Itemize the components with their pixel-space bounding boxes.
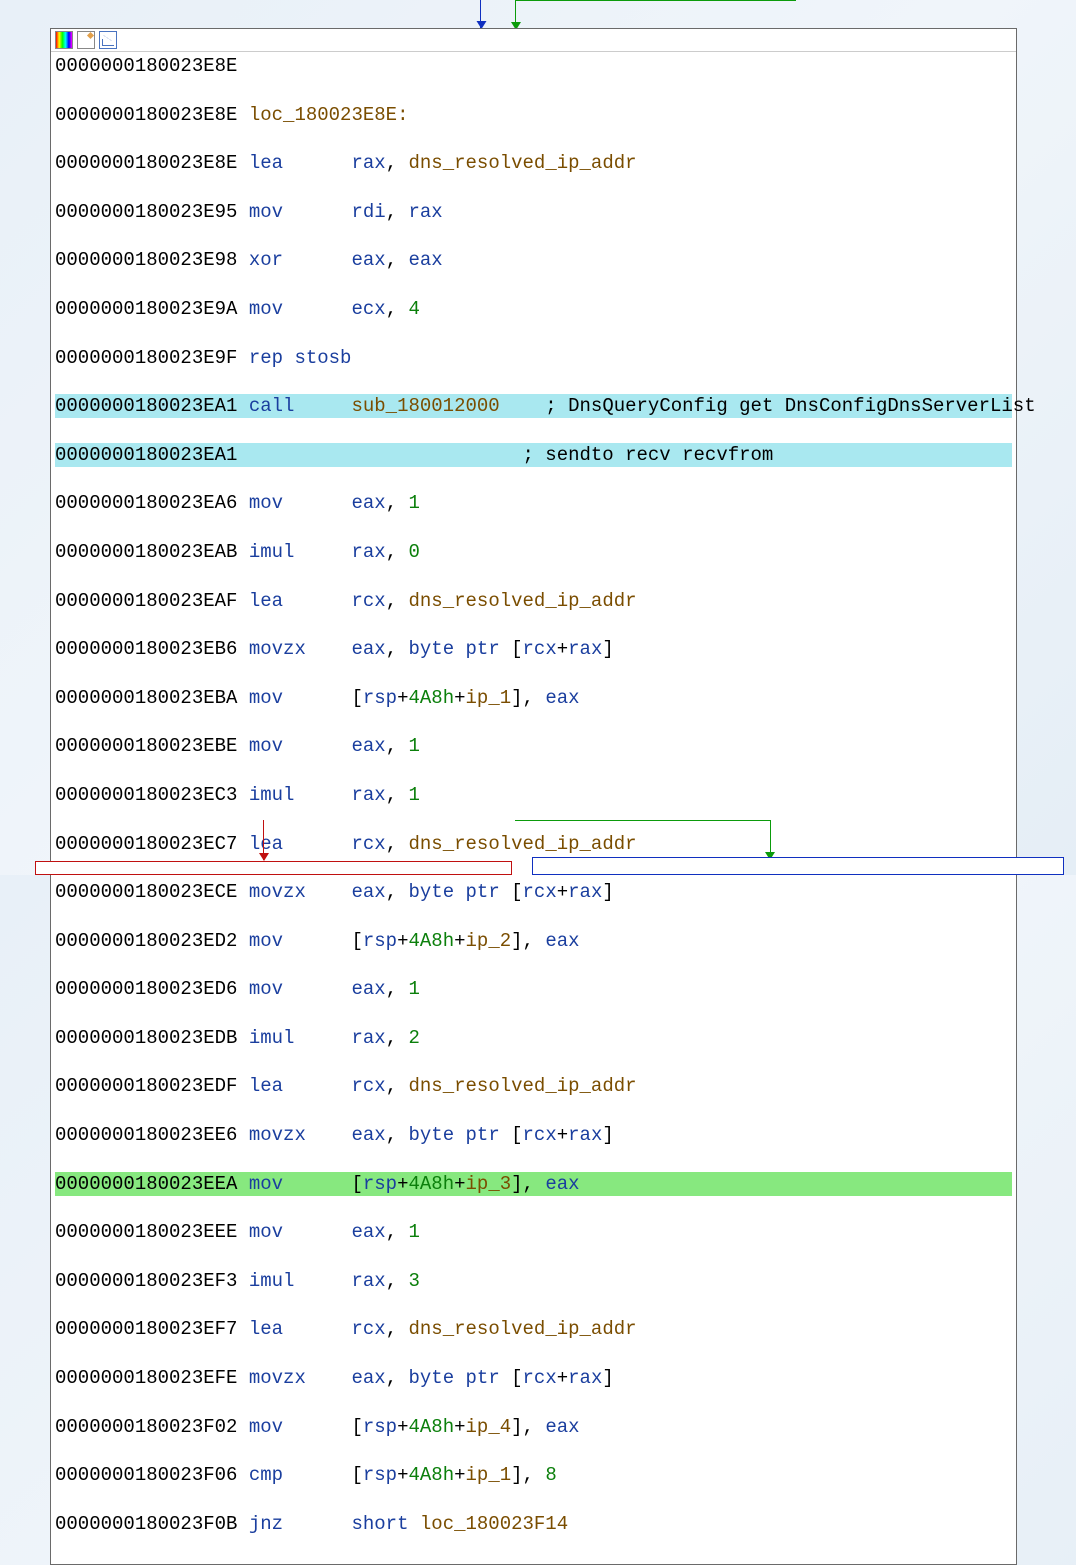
disasm-line[interactable]: 0000000180023EC3 imul rax, 1 [55,783,1012,807]
disasm-line[interactable]: 0000000180023EB6 movzx eax, byte ptr [rc… [55,637,1012,661]
disasm-line[interactable]: 0000000180023EDF lea rcx, dns_resolved_i… [55,1074,1012,1098]
xrefs-chart-icon[interactable] [99,31,117,49]
disasm-line[interactable]: 0000000180023E8E lea rax, dns_resolved_i… [55,151,1012,175]
incoming-edges [0,0,1076,30]
disasm-line[interactable]: 0000000180023EEE mov eax, 1 [55,1220,1012,1244]
disasm-line[interactable]: 0000000180023EA1 call sub_180012000 ; Dn… [55,394,1012,418]
disasm-line[interactable]: 0000000180023ECE movzx eax, byte ptr [rc… [55,880,1012,904]
disasm-line[interactable]: 0000000180023E9A mov ecx, 4 [55,297,1012,321]
disasm-line[interactable]: 0000000180023ED6 mov eax, 1 [55,977,1012,1001]
disasm-line[interactable]: 0000000180023EAB imul rax, 0 [55,540,1012,564]
successor-node-false[interactable] [35,861,512,875]
disasm-line[interactable]: 0000000180023E8E [55,54,1012,78]
disasm-line[interactable]: 0000000180023E95 mov rdi, rax [55,200,1012,224]
successor-node-true[interactable] [532,857,1064,875]
disasm-line[interactable]: 0000000180023EDB imul rax, 2 [55,1026,1012,1050]
disasm-line[interactable]: 0000000180023E98 xor eax, eax [55,248,1012,272]
disasm-line[interactable]: 0000000180023EF7 lea rcx, dns_resolved_i… [55,1317,1012,1341]
disasm-line[interactable]: 0000000180023F02 mov [rsp+4A8h+ip_4], ea… [55,1415,1012,1439]
edge-out-false [263,820,274,860]
disasm-line[interactable]: 0000000180023F06 cmp [rsp+4A8h+ip_1], 8 [55,1463,1012,1487]
disasm-line[interactable]: 0000000180023F0B jnz short loc_180023F14 [55,1512,1012,1536]
edge-out-true [515,820,771,859]
disasm-node[interactable]: 0000000180023E8E 0000000180023E8E loc_18… [50,28,1017,1565]
disasm-line[interactable]: 0000000180023EAF lea rcx, dns_resolved_i… [55,589,1012,613]
disasm-line[interactable]: 0000000180023EEA mov [rsp+4A8h+ip_3], ea… [55,1172,1012,1196]
disasm-line[interactable]: 0000000180023E9F rep stosb [55,346,1012,370]
color-picker-icon[interactable] [55,31,73,49]
disasm-line[interactable]: 0000000180023EBE mov eax, 1 [55,734,1012,758]
disasm-line[interactable]: 0000000180023EE6 movzx eax, byte ptr [rc… [55,1123,1012,1147]
disasm-line[interactable]: 0000000180023EA6 mov eax, 1 [55,491,1012,515]
edge-in-green [515,0,796,29]
node-toolbar [51,29,1016,52]
disasm-line[interactable]: 0000000180023EFE movzx eax, byte ptr [rc… [55,1366,1012,1390]
disasm-line[interactable]: 0000000180023EF3 imul rax, 3 [55,1269,1012,1293]
rename-icon[interactable] [77,31,95,49]
disasm-line[interactable]: 0000000180023EBA mov [rsp+4A8h+ip_1], ea… [55,686,1012,710]
disasm-listing[interactable]: 0000000180023E8E 0000000180023E8E loc_18… [51,52,1016,1564]
edge-in-blue [480,0,501,28]
disasm-line[interactable]: 0000000180023ED2 mov [rsp+4A8h+ip_2], ea… [55,929,1012,953]
disasm-line[interactable]: 0000000180023EA1 ; sendto recv recvfrom [55,443,1012,467]
disasm-line[interactable]: 0000000180023E8E loc_180023E8E: [55,103,1012,127]
